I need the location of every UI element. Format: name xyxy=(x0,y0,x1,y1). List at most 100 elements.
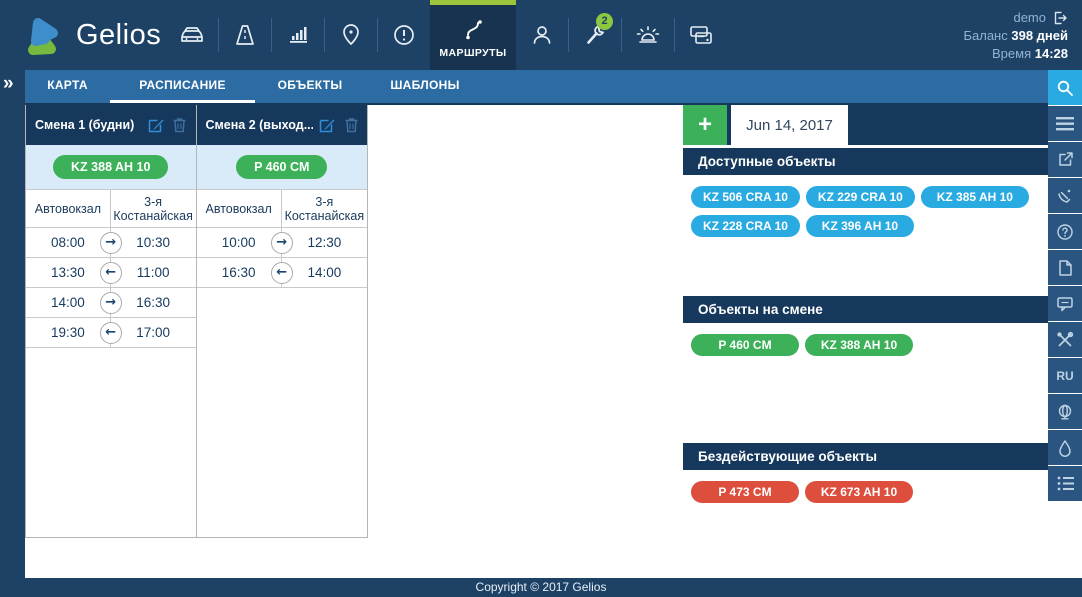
trip-arrive: 17:00 xyxy=(111,318,196,347)
shift-header: Смена 1 (будни) xyxy=(26,105,196,145)
notifications-button[interactable] xyxy=(378,0,430,70)
edit-shift-button[interactable] xyxy=(317,115,337,135)
geozones-button[interactable] xyxy=(325,0,377,70)
object-badge[interactable]: KZ 396 AH 10 xyxy=(806,215,914,237)
tab-map[interactable]: КАРТА xyxy=(25,70,110,103)
trip-direction-button[interactable]: ← xyxy=(100,322,122,344)
cards-icon xyxy=(686,20,716,50)
tab-objects[interactable]: ОБЪЕКТЫ xyxy=(255,70,365,103)
trip-direction-button[interactable]: ← xyxy=(100,262,122,284)
add-schedule-button[interactable]: + xyxy=(683,105,727,145)
section-available-header: Доступные объекты xyxy=(683,148,1048,175)
messages-button[interactable] xyxy=(1048,286,1082,321)
tracking-button[interactable] xyxy=(1048,178,1082,213)
shift-header: Смена 2 (выход... xyxy=(197,105,368,145)
hamburger-icon xyxy=(1056,117,1074,131)
objects-panel: + Jun 14, 2017 Доступные объекты KZ 506 … xyxy=(683,105,1048,580)
shift-tables: Смена 1 (будни) xyxy=(25,105,368,538)
location-pin-icon xyxy=(336,20,366,50)
help-button[interactable] xyxy=(1048,214,1082,249)
shift-column-1: Смена 1 (будни) xyxy=(25,105,197,537)
route-icon xyxy=(460,16,486,42)
vehicles-button[interactable] xyxy=(166,0,218,70)
service-button[interactable]: 2 xyxy=(569,0,621,70)
reports-button[interactable] xyxy=(272,0,324,70)
billing-button[interactable] xyxy=(675,0,727,70)
droplet-icon xyxy=(1057,439,1073,457)
object-badge[interactable]: KZ 385 AH 10 xyxy=(921,186,1029,208)
balance-label: Баланс xyxy=(963,28,1007,43)
list-icon xyxy=(1057,476,1074,491)
alarms-button[interactable] xyxy=(622,0,674,70)
stop-a-header: Автовокзал xyxy=(26,190,111,227)
shift-vehicle-row: KZ 388 AH 10 xyxy=(26,145,196,189)
vehicle-badge[interactable]: P 460 CM xyxy=(236,155,327,179)
service-count-badge: 2 xyxy=(596,13,613,30)
chat-icon xyxy=(1056,295,1074,313)
satellite-dish-icon xyxy=(1056,187,1074,205)
fuel-button[interactable] xyxy=(1048,430,1082,465)
external-link-icon xyxy=(1057,151,1074,168)
section-inactive-body: P 473 CM KZ 673 AH 10 xyxy=(683,470,1048,513)
stops-header-row: Автовокзал 3-я Костанайская xyxy=(26,189,196,228)
documents-button[interactable] xyxy=(1048,250,1082,285)
object-badge[interactable]: KZ 673 AH 10 xyxy=(805,481,913,503)
object-badge[interactable]: KZ 388 AH 10 xyxy=(805,334,913,356)
user-name: demo xyxy=(1013,9,1046,27)
trip-row: 16:30 14:00 ← xyxy=(197,258,368,288)
trip-direction-button[interactable]: → xyxy=(100,292,122,314)
stop-b-header: 3-я Костанайская xyxy=(282,190,367,227)
module-navbar: КАРТА РАСПИСАНИЕ ОБЪЕКТЫ ШАБЛОНЫ xyxy=(25,70,1048,103)
language-label: RU xyxy=(1056,369,1073,383)
road-icon xyxy=(230,20,260,50)
delete-shift-button[interactable] xyxy=(341,115,361,135)
object-badge[interactable]: KZ 228 CRA 10 xyxy=(691,215,800,237)
tools-button[interactable] xyxy=(1048,322,1082,357)
object-badge[interactable]: P 473 CM xyxy=(691,481,799,503)
trip-arrive: 11:00 xyxy=(111,258,196,287)
language-button[interactable]: RU xyxy=(1048,358,1082,393)
person-icon xyxy=(527,20,557,50)
search-button[interactable] xyxy=(1048,70,1082,105)
expand-panel-button[interactable]: » xyxy=(3,73,14,95)
user-menu[interactable]: demo xyxy=(963,9,1068,27)
gelios-logo-icon xyxy=(20,10,66,60)
footer: Copyright © 2017 Gelios xyxy=(0,578,1082,597)
trip-direction-button[interactable]: ← xyxy=(271,262,293,284)
shift-title: Смена 2 (выход... xyxy=(206,118,314,132)
tab-schedule[interactable]: РАСПИСАНИЕ xyxy=(110,70,255,103)
trip-depart: 13:30 xyxy=(26,258,111,287)
vehicle-badge[interactable]: KZ 388 AH 10 xyxy=(53,155,168,179)
trip-arrive: 10:30 xyxy=(111,228,196,257)
date-tab[interactable]: Jun 14, 2017 xyxy=(731,105,848,145)
tab-templates[interactable]: ШАБЛОНЫ xyxy=(365,70,485,103)
object-badge[interactable]: P 460 CM xyxy=(691,334,799,356)
trip-depart: 19:30 xyxy=(26,318,111,347)
trip-depart: 14:00 xyxy=(26,288,111,317)
tab-routes-active[interactable]: МАРШРУТЫ xyxy=(430,0,516,70)
time-value: 14:28 xyxy=(1035,46,1068,61)
shift-empty-area xyxy=(197,288,368,537)
drivers-button[interactable] xyxy=(516,0,568,70)
map-source-button[interactable] xyxy=(1048,394,1082,429)
expand-window-button[interactable] xyxy=(1048,142,1082,177)
trip-depart: 16:30 xyxy=(197,258,282,287)
user-info: demo Баланс 398 дней Время 14:28 xyxy=(963,9,1068,63)
trip-direction-button[interactable]: → xyxy=(100,232,122,254)
time-row: Время 14:28 xyxy=(963,45,1068,63)
legend-button[interactable] xyxy=(1048,466,1082,501)
trip-row: 10:00 12:30 → xyxy=(197,228,368,258)
delete-shift-button[interactable] xyxy=(170,115,190,135)
menu-button[interactable] xyxy=(1048,106,1082,141)
object-badge[interactable]: KZ 506 CRA 10 xyxy=(691,186,800,208)
object-badge[interactable]: KZ 229 CRA 10 xyxy=(806,186,915,208)
question-icon xyxy=(1056,223,1074,241)
road-events-button[interactable] xyxy=(219,0,271,70)
edit-shift-button[interactable] xyxy=(146,115,166,135)
document-icon xyxy=(1057,259,1073,277)
car-icon xyxy=(177,20,207,50)
logout-icon[interactable] xyxy=(1052,10,1068,26)
main-content: Смена 1 (будни) xyxy=(25,103,1048,578)
trip-direction-button[interactable]: → xyxy=(271,232,293,254)
brand-logo[interactable]: Gelios xyxy=(20,10,161,60)
